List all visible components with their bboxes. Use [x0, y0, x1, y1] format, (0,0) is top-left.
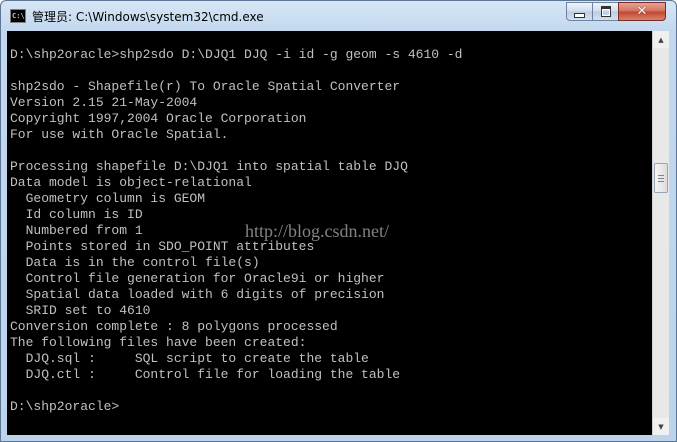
- console-line: DJQ.ctl : Control file for loading the t…: [10, 367, 401, 382]
- maximize-icon: [600, 6, 611, 17]
- console-line: Spatial data loaded with 6 digits of pre…: [10, 287, 385, 302]
- console-line: The following files have been created:: [10, 335, 307, 350]
- close-icon: ✕: [636, 4, 648, 19]
- arrow-down-icon: ▼: [658, 422, 664, 431]
- console-line: shp2sdo - Shapefile(r) To Oracle Spatial…: [10, 79, 401, 94]
- console-output[interactable]: D:\shp2oracle>shp2sdo D:\DJQ1 DJQ -i id …: [7, 31, 652, 435]
- grip-icon: [658, 175, 664, 176]
- console-line: Copyright 1997,2004 Oracle Corporation: [10, 111, 307, 126]
- vertical-scrollbar[interactable]: ▲ ▼: [652, 31, 669, 435]
- console-line: Control file generation for Oracle9i or …: [10, 271, 385, 286]
- console-line: Geometry column is GEOM: [10, 191, 206, 206]
- window-title: 管理员: C:\Windows\system32\cmd.exe: [32, 10, 264, 24]
- grip-icon: [658, 181, 664, 182]
- console-line: DJQ.sql : SQL script to create the table: [10, 351, 369, 366]
- scroll-thumb[interactable]: [654, 163, 668, 193]
- grip-icon: [658, 178, 664, 179]
- minimize-icon: [574, 12, 585, 18]
- console-line: D:\shp2oracle>: [10, 399, 120, 414]
- maximize-button[interactable]: [592, 2, 619, 21]
- scroll-up-button[interactable]: ▲: [653, 31, 669, 48]
- console-line: For use with Oracle Spatial.: [10, 127, 229, 142]
- console-line: SRID set to 4610: [10, 303, 151, 318]
- console-line: Data model is object-relational: [10, 175, 252, 190]
- watermark: http://blog.csdn.net/: [245, 221, 389, 241]
- console-line: D:\shp2oracle>shp2sdo D:\DJQ1 DJQ -i id …: [10, 47, 463, 62]
- console-line: Conversion complete : 8 polygons process…: [10, 319, 338, 334]
- console-line: Data is in the control file(s): [10, 255, 260, 270]
- scroll-down-button[interactable]: ▼: [653, 418, 669, 435]
- console-line: Version 2.15 21-May-2004: [10, 95, 198, 110]
- cmd-icon[interactable]: C:\: [10, 9, 26, 23]
- cmd-window: C:\ 管理员: C:\Windows\system32\cmd.exe ✕ D…: [0, 0, 677, 442]
- console-line: Processing shapefile D:\DJQ1 into spatia…: [10, 159, 408, 174]
- close-button[interactable]: ✕: [618, 2, 666, 21]
- minimize-button[interactable]: [566, 2, 593, 21]
- arrow-up-icon: ▲: [658, 35, 664, 44]
- title-bar[interactable]: C:\ 管理员: C:\Windows\system32\cmd.exe ✕: [1, 1, 676, 31]
